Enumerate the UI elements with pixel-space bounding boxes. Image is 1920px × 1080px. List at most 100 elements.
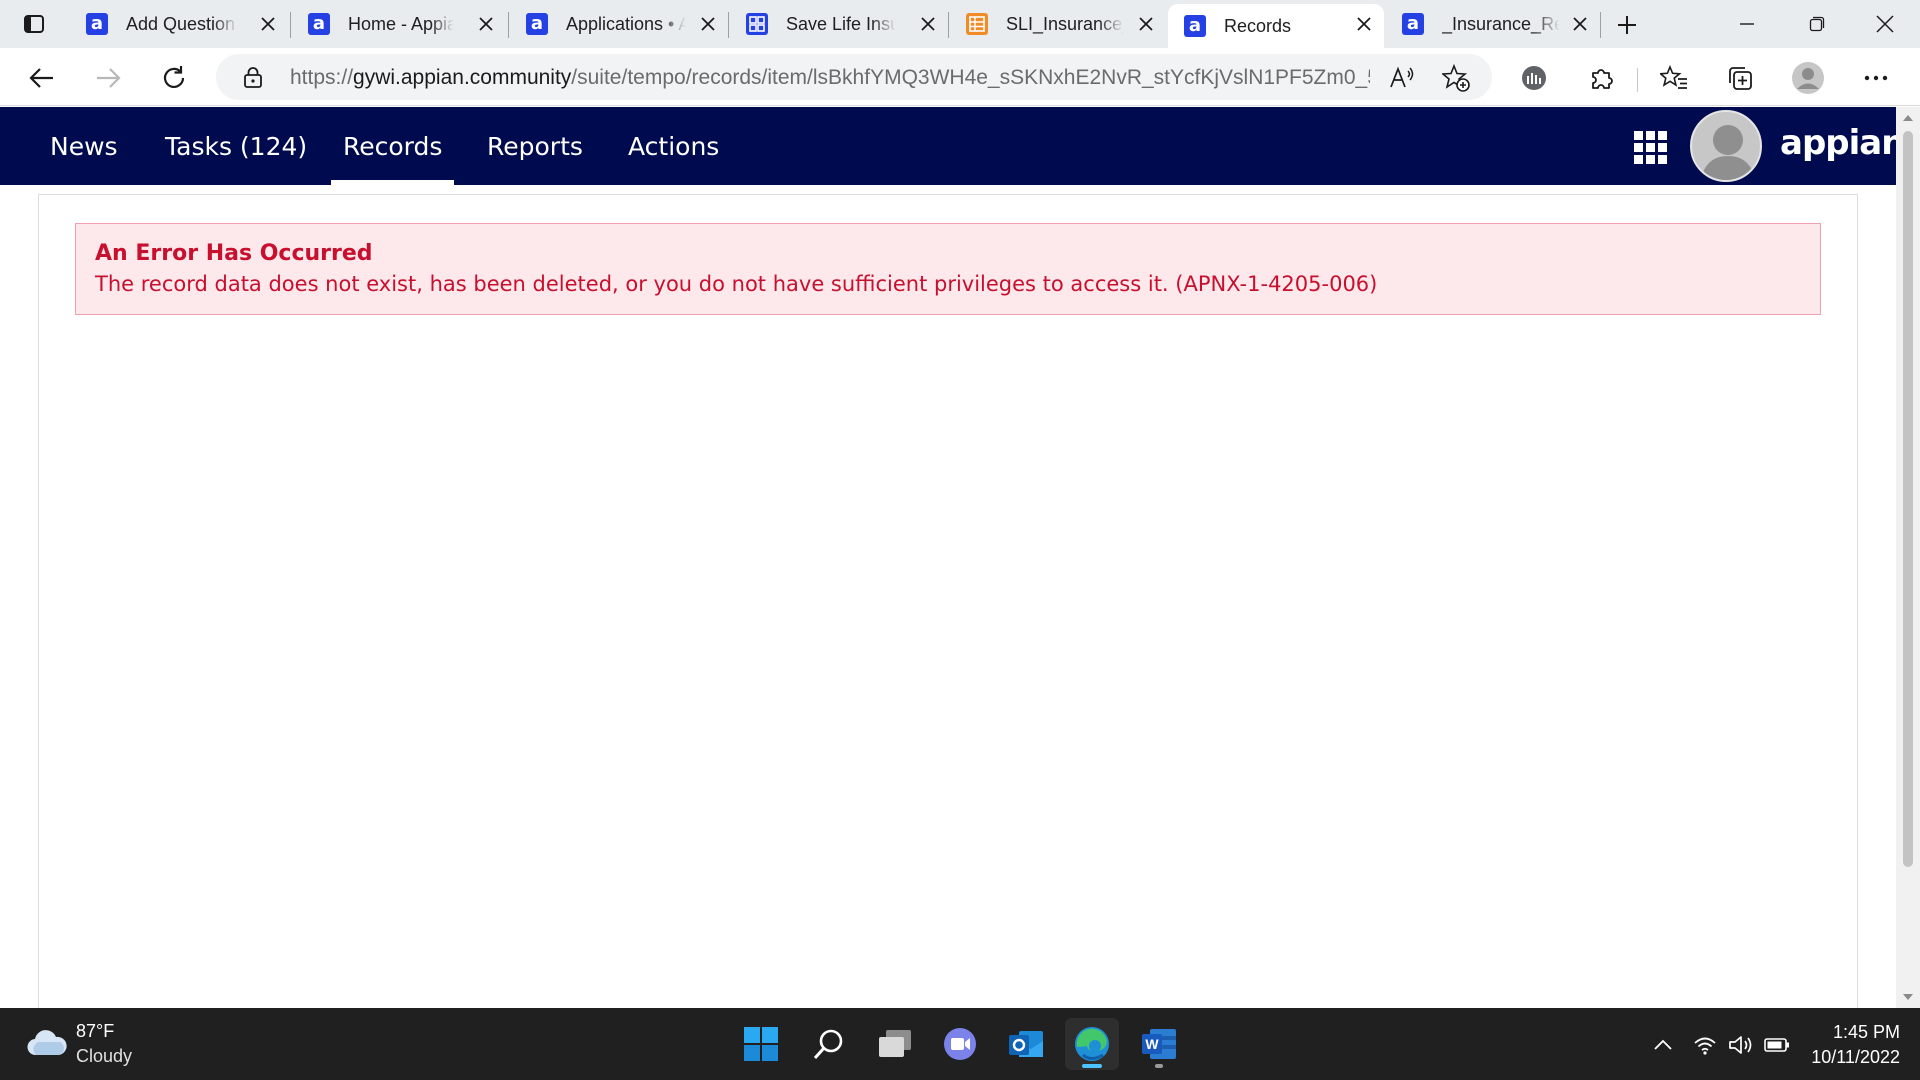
nav-news[interactable]: News — [50, 107, 118, 185]
battery-icon — [1764, 1038, 1789, 1052]
browser-tab-home-appian[interactable]: a Home - Appian — [292, 2, 506, 46]
browser-toolbar: https://gywi.appian.community/suite/temp… — [0, 48, 1920, 106]
refresh-button[interactable] — [156, 60, 192, 96]
nav-actions[interactable]: Actions — [628, 107, 719, 185]
appian-icon: a — [308, 13, 330, 35]
nav-tasks[interactable]: Tasks (124) — [165, 107, 307, 185]
svg-text:W: W — [1145, 1036, 1159, 1052]
tab-title: _Insurance_Records — [1442, 13, 1560, 34]
task-view-icon — [879, 1030, 911, 1057]
page-scrollbar[interactable] — [1896, 107, 1920, 1008]
teams-chat-button[interactable] — [933, 1018, 987, 1070]
app-launcher-icon[interactable] — [1634, 131, 1668, 165]
nav-records[interactable]: Records — [330, 107, 455, 185]
record-view-panel: An Error Has Occurred The record data do… — [38, 194, 1858, 1008]
user-avatar[interactable] — [1690, 110, 1762, 182]
browser-tab-insurance-records[interactable]: a _Insurance_Records — [1386, 2, 1600, 46]
tab-title: SLI_Insurance_Records — [1006, 13, 1124, 34]
settings-more-button[interactable] — [1858, 60, 1894, 96]
browser-tab-save-life-insurance[interactable]: Save Life Insurance — [730, 2, 948, 46]
extensions-button[interactable] — [1584, 60, 1620, 96]
scroll-up-arrow-icon[interactable] — [1902, 112, 1914, 124]
profile-button[interactable] — [1790, 60, 1826, 96]
browser-tab-sli-insurance[interactable]: SLI_Insurance_Records — [950, 2, 1166, 46]
url-text[interactable]: https://gywi.appian.community/suite/temp… — [290, 66, 1370, 90]
appian-icon: a — [1184, 15, 1206, 37]
tab-separator — [290, 12, 291, 38]
tab-actions-icon — [24, 15, 44, 33]
minimize-window-button[interactable] — [1724, 8, 1770, 40]
new-tab-button[interactable] — [1612, 10, 1642, 40]
collections-button[interactable] — [1722, 60, 1758, 96]
read-aloud-icon — [1390, 66, 1414, 88]
tab-actions-menu-button[interactable] — [14, 10, 54, 38]
nav-reports[interactable]: Reports — [487, 107, 583, 185]
wifi-button[interactable] — [1692, 1032, 1718, 1058]
close-tab-icon[interactable] — [258, 14, 278, 34]
volume-button[interactable] — [1728, 1032, 1754, 1058]
browser-tab-applications[interactable]: a Applications • Appian — [510, 2, 728, 46]
tab-separator — [1600, 12, 1601, 38]
scroll-down-arrow-icon[interactable] — [1902, 991, 1914, 1003]
back-button[interactable] — [24, 60, 60, 96]
tab-title: Add Question — [126, 13, 236, 34]
tab-title: Records — [1224, 15, 1292, 36]
favorites-button[interactable] — [1656, 60, 1692, 96]
weather-condition[interactable]: Cloudy — [76, 1046, 132, 1067]
puzzle-icon — [1592, 69, 1613, 89]
star-add-icon — [1442, 64, 1470, 92]
running-indicator — [1082, 1064, 1102, 1068]
clock-date[interactable]: 10/11/2022 — [1800, 1047, 1900, 1068]
search-button[interactable] — [802, 1018, 856, 1070]
edge-button[interactable] — [1065, 1018, 1119, 1070]
outlook-icon — [1009, 1031, 1043, 1057]
start-button[interactable] — [734, 1018, 788, 1070]
toolbar-divider — [1637, 68, 1638, 92]
url-host: gywi.appian.community — [353, 66, 572, 89]
appian-icon: a — [526, 13, 548, 35]
windows-taskbar: 87°F Cloudy W 1:45 PM 10/11/2022 — [0, 1008, 1920, 1080]
show-hidden-icons-button[interactable] — [1650, 1032, 1676, 1058]
task-view-button[interactable] — [868, 1018, 922, 1070]
clock-time[interactable]: 1:45 PM — [1820, 1022, 1900, 1043]
close-tab-icon[interactable] — [1570, 14, 1590, 34]
tab-separator — [728, 12, 729, 38]
cloud-icon[interactable] — [26, 1028, 68, 1058]
more-horizontal-icon — [1864, 75, 1888, 81]
scrollbar-thumb[interactable] — [1903, 131, 1913, 867]
extension-button[interactable] — [1516, 60, 1552, 96]
plus-icon — [1618, 16, 1636, 34]
restore-window-button[interactable] — [1794, 8, 1840, 40]
close-tab-icon[interactable] — [476, 14, 496, 34]
error-message: The record data does not exist, has been… — [95, 272, 1378, 296]
wifi-icon — [1694, 1037, 1716, 1055]
outlook-button[interactable] — [999, 1018, 1053, 1070]
edge-icon — [1075, 1027, 1109, 1061]
minimize-icon — [1740, 23, 1754, 25]
grid-app-icon — [746, 13, 768, 35]
close-tab-icon[interactable] — [1136, 14, 1156, 34]
search-icon — [813, 1029, 843, 1060]
read-aloud-button[interactable] — [1388, 64, 1416, 92]
close-tab-icon[interactable] — [1354, 14, 1374, 34]
add-favorite-button[interactable] — [1442, 64, 1470, 92]
browser-tab-add-question[interactable]: a Add Question — [70, 2, 288, 46]
forward-button[interactable] — [90, 60, 126, 96]
battery-button[interactable] — [1764, 1032, 1790, 1058]
close-tab-icon[interactable] — [698, 14, 718, 34]
close-tab-icon[interactable] — [918, 14, 938, 34]
volume-icon — [1729, 1036, 1752, 1054]
refresh-icon — [163, 66, 185, 88]
address-bar[interactable]: https://gywi.appian.community/suite/temp… — [216, 54, 1492, 100]
appian-logo[interactable]: appian — [1780, 123, 1905, 163]
browser-tab-records[interactable]: a Records — [1168, 4, 1384, 48]
url-path: /suite/tempo/records/item/lsBkhfYMQ3WH4e… — [571, 66, 1370, 89]
tab-title: Save Life Insurance — [786, 13, 896, 34]
word-button[interactable]: W — [1132, 1018, 1186, 1070]
weather-temperature[interactable]: 87°F — [76, 1021, 114, 1042]
tab-title: Applications • Appian — [566, 13, 686, 34]
lock-icon[interactable] — [242, 66, 264, 88]
profile-avatar-icon — [1792, 62, 1824, 94]
close-window-button[interactable] — [1862, 8, 1908, 40]
chevron-up-icon — [1654, 1039, 1672, 1050]
